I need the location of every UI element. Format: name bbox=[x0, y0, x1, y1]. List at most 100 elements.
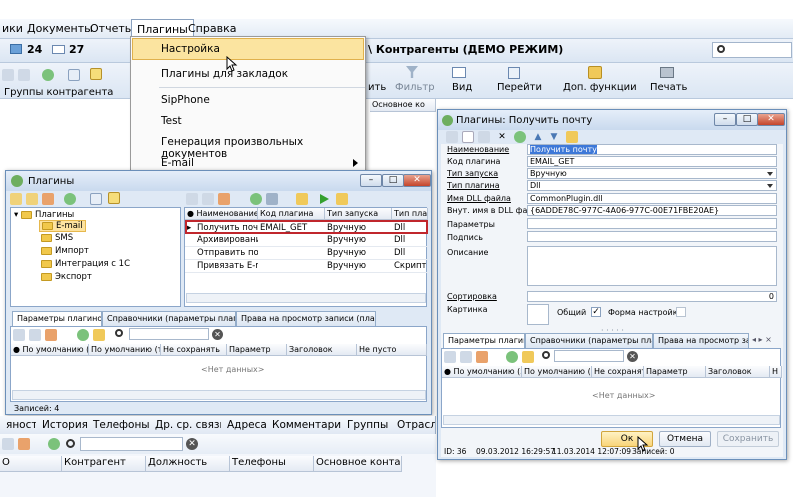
tree-mode-icon[interactable] bbox=[108, 192, 120, 204]
bottom-col-header[interactable]: Телефоны bbox=[230, 456, 314, 472]
refresh-icon[interactable] bbox=[250, 193, 262, 205]
description-field[interactable] bbox=[527, 246, 777, 286]
up-icon[interactable]: ▲ bbox=[532, 131, 544, 143]
edit-folder-icon[interactable] bbox=[26, 193, 38, 205]
cancel-button[interactable]: Отмена bbox=[659, 431, 711, 447]
refresh-icon[interactable] bbox=[64, 193, 76, 205]
menu-item-email[interactable]: E-mail bbox=[161, 157, 194, 169]
col-header[interactable]: ● По умолчанию (зн bbox=[11, 344, 89, 356]
edit-icon[interactable] bbox=[202, 193, 214, 205]
bottom-col-header[interactable]: Должность bbox=[146, 456, 230, 472]
filter-icon[interactable] bbox=[266, 193, 278, 205]
clear-search-icon[interactable]: ✕ bbox=[212, 329, 223, 340]
bottom-col-header[interactable]: О bbox=[0, 456, 62, 472]
add-icon[interactable] bbox=[186, 193, 198, 205]
code-field[interactable]: EMAIL_GET bbox=[527, 156, 777, 167]
copy-icon[interactable] bbox=[478, 131, 490, 143]
refresh-icon[interactable] bbox=[77, 329, 89, 341]
tree-node-email[interactable]: E-mail bbox=[39, 220, 86, 232]
col-code-header[interactable]: Код плагина bbox=[258, 208, 325, 220]
col-launch-header[interactable]: Тип запуска bbox=[325, 208, 392, 220]
maximize-button[interactable]: □ bbox=[382, 174, 404, 187]
tab-scroll-arrows[interactable]: ◂ ▸ × bbox=[752, 335, 772, 344]
delete-param-icon[interactable] bbox=[45, 329, 57, 341]
mail-icon[interactable] bbox=[52, 45, 65, 54]
picture-box[interactable] bbox=[527, 304, 549, 325]
col-header[interactable]: По умолчанию (тиг bbox=[89, 344, 161, 356]
settings-icon[interactable] bbox=[336, 193, 348, 205]
tasks-icon[interactable] bbox=[10, 44, 22, 54]
delete-icon[interactable] bbox=[218, 193, 230, 205]
delete-param-icon[interactable] bbox=[476, 351, 488, 363]
tree-mode-icon[interactable] bbox=[90, 68, 102, 80]
table-row[interactable]: Отправить почту Вручную Dll bbox=[185, 247, 428, 260]
minimize-button[interactable]: – bbox=[360, 174, 382, 187]
dll-name-field[interactable]: CommonPlugin.dll bbox=[527, 193, 777, 204]
functions-icon[interactable] bbox=[522, 351, 534, 363]
refresh-icon[interactable] bbox=[506, 351, 518, 363]
extra-functions-button[interactable]: Доп. функции bbox=[563, 82, 637, 93]
view-button[interactable]: Вид bbox=[452, 82, 472, 93]
down-icon[interactable]: ▼ bbox=[548, 131, 560, 143]
col-header[interactable]: Заголовок bbox=[287, 344, 357, 356]
menu-item-sipphone[interactable]: SipPhone bbox=[161, 94, 210, 106]
menu-item-tab-plugins[interactable]: Плагины для закладок bbox=[161, 68, 288, 80]
clear-search-icon[interactable]: ✕ bbox=[186, 438, 198, 450]
bottom-col-header[interactable]: Основное контакт bbox=[314, 456, 402, 472]
print-button[interactable]: Печать bbox=[650, 82, 687, 93]
functions-icon[interactable] bbox=[93, 329, 105, 341]
main-grid-header[interactable]: Основное ко bbox=[370, 99, 436, 112]
toolbar-icon-2[interactable] bbox=[18, 69, 30, 81]
horizontal-scrollbar[interactable] bbox=[12, 390, 426, 400]
goto-button[interactable]: Перейти bbox=[497, 82, 542, 93]
general-checkbox[interactable]: ✓ bbox=[591, 307, 601, 317]
menu-item-reports[interactable]: Отчеты bbox=[90, 22, 133, 35]
table-row[interactable]: Привязать E-mail г Вручную Скрипт bbox=[185, 260, 428, 273]
tab-phones[interactable]: Телефоны bbox=[87, 416, 157, 434]
col-header[interactable]: Заголовок bbox=[706, 366, 770, 378]
bottom-search-input[interactable] bbox=[80, 437, 183, 451]
col-header[interactable]: Не сохранять bbox=[592, 366, 644, 378]
settings-form-checkbox[interactable] bbox=[676, 307, 686, 317]
col-header[interactable]: По умолчанию (тиг bbox=[522, 366, 592, 378]
edit-param-icon[interactable] bbox=[29, 329, 41, 341]
filter-button[interactable]: Фильтр bbox=[395, 82, 435, 93]
preview-icon[interactable] bbox=[68, 69, 80, 81]
tab-plugin-params[interactable]: Параметры плагинов bbox=[12, 311, 102, 326]
col-type-header[interactable]: Тип плагина bbox=[392, 208, 428, 220]
add-param-icon[interactable] bbox=[444, 351, 456, 363]
edit-button[interactable]: ить bbox=[368, 82, 386, 93]
plugin-type-select[interactable]: Dll bbox=[527, 180, 777, 191]
functions-icon[interactable] bbox=[566, 131, 578, 143]
col-header[interactable]: Не пусто bbox=[357, 344, 427, 356]
tab-plugin-refs[interactable]: Справочники (параметры плагинов) bbox=[525, 333, 653, 348]
table-row[interactable]: Архивирование E-r Вручную Dll bbox=[185, 234, 428, 247]
tab-plugin-params[interactable]: Параметры плагинов bbox=[443, 333, 525, 348]
tab-plugin-rights[interactable]: Права на просмотр записи (плагины) bbox=[236, 311, 376, 326]
table-row-selected[interactable]: ▸ Получить почту EMAIL_GET Вручную Dll bbox=[185, 220, 428, 234]
menu-item-help[interactable]: Справка bbox=[188, 22, 236, 35]
maximize-button[interactable]: □ bbox=[736, 113, 758, 126]
add-folder-icon[interactable] bbox=[10, 193, 22, 205]
save-button[interactable]: Сохранить bbox=[717, 431, 779, 447]
signature-field[interactable] bbox=[527, 231, 777, 242]
tree-node-1c[interactable]: Интеграция с 1С bbox=[41, 259, 130, 269]
refresh-icon[interactable] bbox=[514, 131, 526, 143]
minimize-button[interactable]: – bbox=[714, 113, 736, 126]
tree-node-root[interactable]: ▾ Плагины bbox=[14, 210, 74, 220]
delete-folder-icon[interactable] bbox=[42, 193, 54, 205]
add-param-icon[interactable] bbox=[13, 329, 25, 341]
col-name-header[interactable]: ● Наименование bbox=[185, 208, 258, 220]
col-header[interactable]: ● По умолчанию (зна bbox=[442, 366, 522, 378]
params-search-input[interactable] bbox=[129, 328, 209, 340]
col-header[interactable]: Не сохранять bbox=[161, 344, 227, 356]
col-header[interactable]: Параметр bbox=[227, 344, 287, 356]
run-icon[interactable] bbox=[320, 194, 329, 204]
search-input[interactable] bbox=[712, 42, 792, 58]
tree-node-sms[interactable]: SMS bbox=[41, 233, 73, 243]
back-icon[interactable] bbox=[446, 131, 458, 143]
functions-icon[interactable] bbox=[296, 193, 308, 205]
name-field[interactable]: Получить почту bbox=[527, 144, 777, 155]
tab-plugin-rights[interactable]: Права на просмотр запи bbox=[653, 333, 749, 348]
tab-groups[interactable]: Группы bbox=[341, 416, 396, 434]
